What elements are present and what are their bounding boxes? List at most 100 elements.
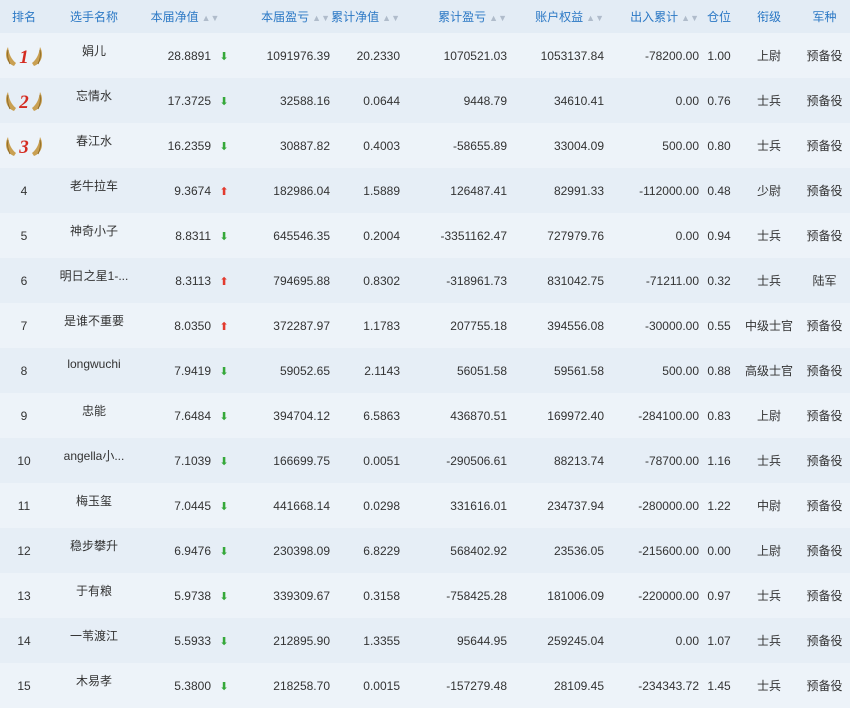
position-cell: 1.00 <box>707 48 731 63</box>
table-row[interactable]: 1 娟儿 28.8891 ⬇ 1091976.39 20.2330 1070521.03 10… <box>0 33 850 78</box>
nav-cell: 7.9419 ⬇ <box>140 348 230 393</box>
player-name[interactable]: 是谁不重要 <box>48 303 140 348</box>
nav-value: 7.1039 <box>174 453 211 468</box>
player-name[interactable]: longwuchi <box>48 348 140 393</box>
cum-nav-cell: 1.3355 <box>363 633 400 648</box>
branch-cell: 预备役 <box>806 184 843 198</box>
arrow-down-icon: ⬇ <box>219 50 229 63</box>
equity-cell: 34610.41 <box>553 93 604 108</box>
cum-nav-cell: 2.1143 <box>364 363 400 378</box>
equity-cell: 23536.05 <box>553 543 604 558</box>
equity-cell: 1053137.84 <box>540 48 604 63</box>
position-cell: 0.80 <box>707 138 731 153</box>
col-header-position[interactable]: 仓位 <box>699 0 739 33</box>
col-header-cum-pnl[interactable]: 累计盈亏 ▲▼ <box>400 0 507 33</box>
equity-cell: 33004.09 <box>553 138 604 153</box>
cum-pnl-cell: 207755.18 <box>450 318 507 333</box>
inout-cell: -234343.72 <box>638 678 699 693</box>
rank-cell: 4 <box>20 183 28 198</box>
rank-cell: 7 <box>20 318 28 333</box>
col-header-cum-nav[interactable]: 累计净值 ▲▼ <box>330 0 400 33</box>
col-header-inout[interactable]: 出入累计 ▲▼ <box>604 0 699 33</box>
player-name[interactable]: 神奇小子 <box>48 213 140 258</box>
rank-cell: 9 <box>20 408 28 423</box>
sort-icon[interactable]: ▲▼ <box>681 13 699 23</box>
cum-nav-cell: 1.1783 <box>363 318 400 333</box>
table-row[interactable]: 3 春江水 16.2359 ⬇ 30887.82 0.4003 -58655.89 33004… <box>0 123 850 168</box>
title-cell: 士兵 <box>756 229 781 243</box>
player-name[interactable]: 于有粮 <box>48 573 140 618</box>
cum-nav-cell: 0.0015 <box>363 678 400 693</box>
player-name[interactable]: 老牛拉车 <box>48 168 140 213</box>
table-row[interactable]: 7 是谁不重要 8.0350 ⬆ 372287.97 1.1783 207755.18 394… <box>0 303 850 348</box>
arrow-up-icon: ⬆ <box>219 320 229 333</box>
table-row[interactable]: 12 稳步攀升 6.9476 ⬇ 230398.09 6.8229 568402.92 235… <box>0 528 850 573</box>
position-cell: 1.16 <box>707 453 731 468</box>
sort-icon[interactable]: ▲▼ <box>382 13 400 23</box>
player-name[interactable]: angella小... <box>48 438 140 483</box>
cum-nav-cell: 0.2004 <box>363 228 400 243</box>
header-label: 本届盈亏 <box>261 10 310 24</box>
table-row[interactable]: 14 一苇渡江 5.5933 ⬇ 212895.90 1.3355 95644.95 2592… <box>0 618 850 663</box>
col-header-rank[interactable]: 排名 <box>0 0 48 33</box>
rank-cell: 12 <box>17 543 31 558</box>
player-name[interactable]: 忘情水 <box>48 78 140 123</box>
player-name[interactable]: 梅玉玺 <box>48 483 140 528</box>
player-name[interactable]: 春江水 <box>48 123 140 168</box>
sort-icon[interactable]: ▲▼ <box>586 13 604 23</box>
col-header-title[interactable]: 衔级 <box>739 0 799 33</box>
title-cell: 士兵 <box>756 454 781 468</box>
table-row[interactable]: 11 梅玉玺 7.0445 ⬇ 441668.14 0.0298 331616.01 2347… <box>0 483 850 528</box>
sort-icon[interactable]: ▲▼ <box>312 13 330 23</box>
col-header-equity[interactable]: 账户权益 ▲▼ <box>507 0 604 33</box>
table-row[interactable]: 8 longwuchi 7.9419 ⬇ 59052.65 2.1143 56051.58 5… <box>0 348 850 393</box>
player-name[interactable]: 木易孝 <box>48 663 140 708</box>
col-header-name[interactable]: 选手名称 <box>48 0 140 33</box>
arrow-down-icon: ⬇ <box>219 455 229 468</box>
title-cell: 上尉 <box>756 409 781 423</box>
player-name[interactable]: 一苇渡江 <box>48 618 140 663</box>
table-row[interactable]: 9 忠能 7.6484 ⬇ 394704.12 6.5863 436870.51 169972… <box>0 393 850 438</box>
player-name[interactable]: 忠能 <box>48 393 140 438</box>
col-header-pnl[interactable]: 本届盈亏 ▲▼ <box>230 0 330 33</box>
col-header-branch[interactable]: 军种 <box>799 0 850 33</box>
table-row[interactable]: 2 忘情水 17.3725 ⬇ 32588.16 0.0644 9448.79 34610.4… <box>0 78 850 123</box>
equity-cell: 394556.08 <box>547 318 604 333</box>
pnl-cell: 182986.04 <box>273 183 330 198</box>
col-header-nav[interactable]: 本届净值 ▲▼ <box>140 0 230 33</box>
cum-pnl-cell: 331616.01 <box>450 498 507 513</box>
inout-cell: 500.00 <box>662 363 699 378</box>
branch-cell: 预备役 <box>806 589 843 603</box>
title-cell: 少尉 <box>756 184 781 198</box>
ranking-table: 排名 选手名称 本届净值 ▲▼ 本届盈亏 ▲▼ 累计净值 ▲▼ 累计盈亏 ▲▼ 账户权益… <box>0 0 850 708</box>
header-label: 排名 <box>11 10 36 24</box>
table-row[interactable]: 4 老牛拉车 9.3674 ⬆ 182986.04 1.5889 126487.41 8299… <box>0 168 850 213</box>
inout-cell: 0.00 <box>675 93 699 108</box>
header-label: 本届净值 <box>150 10 199 24</box>
branch-cell: 预备役 <box>806 409 843 423</box>
sort-icon[interactable]: ▲▼ <box>489 13 507 23</box>
branch-cell: 预备役 <box>806 319 843 333</box>
table-row[interactable]: 10 angella小... 7.1039 ⬇ 166699.75 0.0051 -2905… <box>0 438 850 483</box>
header-label: 累计盈亏 <box>438 10 487 24</box>
cum-nav-cell: 6.8229 <box>363 543 400 558</box>
title-cell: 士兵 <box>756 634 781 648</box>
sort-icon[interactable]: ▲▼ <box>202 13 220 23</box>
title-cell: 高级士官 <box>744 364 793 378</box>
table-row[interactable]: 13 于有粮 5.9738 ⬇ 339309.67 0.3158 -758425.28 181… <box>0 573 850 618</box>
table-row[interactable]: 5 神奇小子 8.8311 ⬇ 645546.35 0.2004 -3351162.47 72… <box>0 213 850 258</box>
nav-value: 28.8891 <box>167 48 211 63</box>
header-label: 账户权益 <box>535 10 584 24</box>
table-row[interactable]: 15 木易孝 5.3800 ⬇ 218258.70 0.0015 -157279.48 281… <box>0 663 850 708</box>
cum-nav-cell: 0.0051 <box>363 453 400 468</box>
medal-rank-number: 2 <box>18 92 29 113</box>
table-row[interactable]: 6 明日之星1-... 8.3113 ⬆ 794695.88 0.8302 -318961.… <box>0 258 850 303</box>
rank-cell: 14 <box>17 633 31 648</box>
cum-pnl-cell: -3351162.47 <box>440 228 507 243</box>
player-name[interactable]: 稳步攀升 <box>48 528 140 573</box>
player-name[interactable]: 明日之星1-... <box>48 258 140 303</box>
pnl-cell: 1091976.39 <box>266 48 330 63</box>
player-name[interactable]: 娟儿 <box>48 33 140 78</box>
position-cell: 0.97 <box>707 588 731 603</box>
header-row: 排名 选手名称 本届净值 ▲▼ 本届盈亏 ▲▼ 累计净值 ▲▼ 累计盈亏 ▲▼ 账户权益… <box>0 0 850 33</box>
